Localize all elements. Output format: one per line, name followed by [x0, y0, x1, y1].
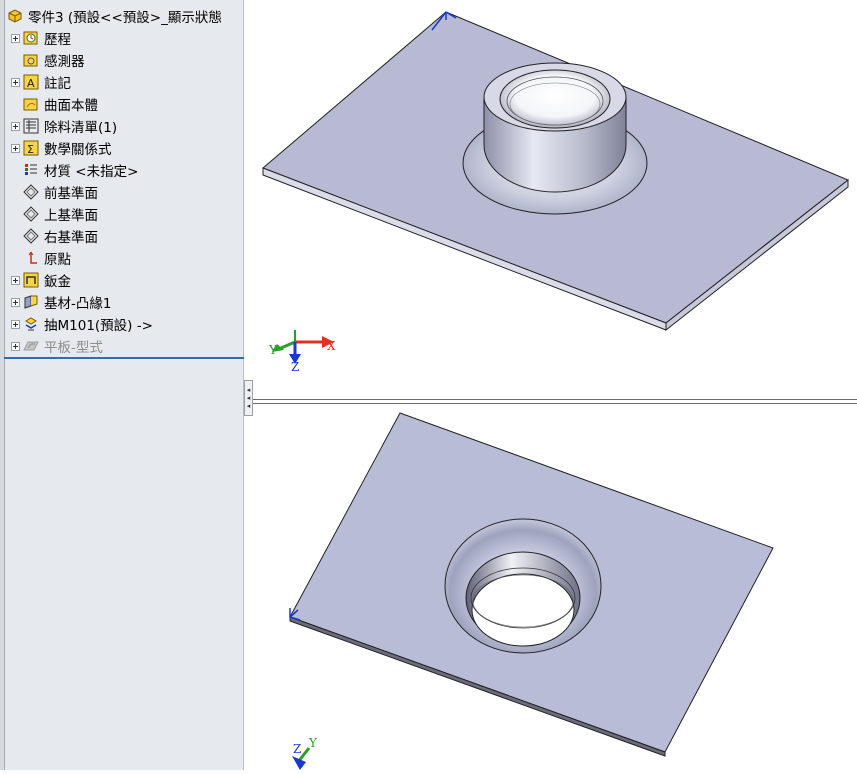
triad-y-label: Y [269, 343, 277, 357]
plane-icon [23, 206, 39, 222]
expand-plus-icon[interactable] [11, 297, 20, 307]
tree-item[interactable]: 材質 <未指定> [4, 159, 244, 181]
svg-text:Σ: Σ [27, 143, 34, 156]
feature-manager-tree: 零件3 (預設<<預設>_顯示狀態 歷程感測器 A 註記曲面本體除料清單(1) Σ 數學… [0, 0, 244, 770]
tree-item[interactable]: 鈑金 [4, 269, 244, 291]
tree-item-label: 原點 [44, 252, 71, 268]
tree-item-label: 平板-型式 [44, 340, 103, 356]
forming-tool-icon [23, 316, 39, 332]
tree-item-label: 感測器 [44, 54, 85, 70]
tree-item[interactable]: 除料清單(1) [4, 115, 244, 137]
expand-plus-icon[interactable] [11, 319, 20, 329]
tree-item-label: 歷程 [44, 32, 71, 48]
flat-pattern-icon [23, 338, 39, 354]
expand-plus-icon[interactable] [11, 121, 20, 131]
part-model-bottom [289, 412, 774, 770]
expand-plus-icon[interactable] [11, 275, 20, 285]
triad-z-label: Z [291, 360, 300, 374]
tree-root-part[interactable]: 零件3 (預設<<預設>_顯示狀態 [4, 5, 244, 27]
tree-item[interactable]: 上基準面 [4, 203, 244, 225]
part-icon [7, 8, 23, 24]
expand-plus-icon[interactable] [11, 143, 20, 153]
panel-collapse-handle[interactable]: ◂ ◂ ◂ [244, 380, 253, 416]
triad-x-label: X [327, 339, 336, 353]
tree-item-label: 材質 <未指定> [44, 164, 139, 180]
tree-item-label: 註記 [44, 76, 71, 92]
tree-item[interactable]: A 註記 [4, 71, 244, 93]
view-triad-top [272, 330, 334, 364]
part-model-top [262, 11, 849, 364]
tree-item[interactable]: 歷程 [4, 27, 244, 49]
boss-hole [499, 69, 611, 129]
expand-plus-icon[interactable] [11, 341, 20, 351]
tree-item-label: 前基準面 [44, 186, 98, 202]
equations-icon: Σ [23, 140, 39, 156]
history-icon [23, 30, 39, 46]
tree-item-label: 鈑金 [44, 274, 71, 290]
tree-item-label: 曲面本體 [44, 98, 98, 114]
tree-item-label: 除料清單(1) [44, 120, 118, 136]
tree-item[interactable]: Σ 數學關係式 [4, 137, 244, 159]
surface-body-icon [23, 96, 39, 112]
cut-list-icon [23, 118, 39, 134]
tree-item[interactable]: 右基準面 [4, 225, 244, 247]
collapse-arrow-icon: ◂ [246, 402, 251, 410]
tree-item-label: 右基準面 [44, 230, 98, 246]
rollback-bar[interactable] [4, 357, 244, 359]
draw-hole [471, 573, 575, 647]
tree-item[interactable]: 平板-型式 [4, 335, 244, 357]
expand-plus-icon[interactable] [11, 77, 20, 87]
material-icon [23, 162, 39, 178]
tree-item[interactable]: 抽M101(預設) -> [4, 313, 244, 335]
tree-item-label: 抽M101(預設) -> [44, 318, 153, 334]
svg-text:A: A [27, 77, 35, 90]
tree-item-label: 基材-凸緣1 [44, 296, 112, 312]
tree-item[interactable]: 基材-凸緣1 [4, 291, 244, 313]
tree-item[interactable]: 曲面本體 [4, 93, 244, 115]
plane-icon [23, 228, 39, 244]
triad-z-label: Z [293, 742, 302, 756]
tree-item[interactable]: 前基準面 [4, 181, 244, 203]
tree-item-label: 數學關係式 [44, 142, 112, 158]
sensor-icon [23, 52, 39, 68]
graphics-viewport-bottom[interactable]: Y Z [253, 404, 857, 770]
graphics-viewport-top[interactable]: X Y Z [253, 0, 857, 399]
collapse-arrow-icon: ◂ [246, 394, 251, 402]
tree-item-label: 上基準面 [44, 208, 98, 224]
plane-icon [23, 184, 39, 200]
collapse-arrow-icon: ◂ [246, 386, 251, 394]
base-flange-icon [23, 294, 39, 310]
tree-root-label: 零件3 (預設<<預設>_顯示狀態 [28, 10, 222, 26]
sheet-metal-icon [23, 272, 39, 288]
tree-item[interactable]: 原點 [4, 247, 244, 269]
origin-icon [23, 250, 39, 266]
tree-item[interactable]: 感測器 [4, 49, 244, 71]
expand-plus-icon[interactable] [11, 33, 20, 43]
triad-y-label: Y [309, 736, 317, 750]
annotation-icon: A [23, 74, 39, 90]
